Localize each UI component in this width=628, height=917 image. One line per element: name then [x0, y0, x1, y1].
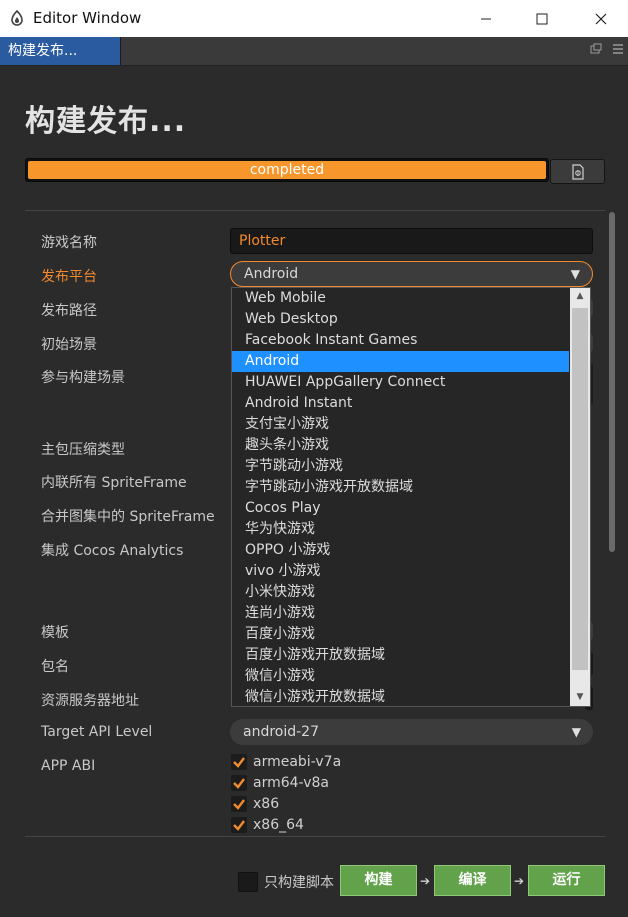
window-title: Editor Window — [33, 9, 142, 27]
platform-option[interactable]: 华为快游戏 — [232, 519, 569, 540]
abi-checkbox[interactable]: x86 — [231, 796, 279, 812]
panel-scroll-thumb[interactable] — [609, 212, 615, 552]
start-scene-label: 初始场景 — [41, 337, 97, 353]
compile-button[interactable]: 编译 — [434, 865, 511, 896]
platform-option[interactable]: Web Desktop — [232, 309, 569, 330]
action-bar: 只构建脚本 构建 ➔ 编译 ➔ 运行 — [0, 836, 628, 917]
page-title: 构建发布... — [25, 104, 187, 139]
minimize-button[interactable] — [463, 0, 509, 37]
target-api-label: Target API Level — [41, 724, 153, 740]
chevron-down-icon: ▼ — [571, 725, 581, 739]
open-log-icon — [571, 163, 584, 180]
dropdown-scrollbar[interactable]: ▲ ▼ — [570, 288, 590, 706]
platform-dropdown-list[interactable]: Web Mobile Web Desktop Facebook Instant Ga… — [231, 287, 591, 707]
panel-tabbar: 构建发布... — [0, 37, 628, 66]
abi-checkbox-label: x86 — [253, 796, 280, 812]
abi-checkbox[interactable]: x86_64 — [231, 817, 304, 833]
platform-select-value: Android — [244, 266, 299, 282]
platform-option[interactable]: 连尚小游戏 — [232, 603, 569, 624]
dropdown-scroll-thumb[interactable] — [572, 308, 588, 670]
app-abi-label: APP ABI — [41, 758, 96, 774]
build-path-label: 发布路径 — [41, 303, 97, 319]
platform-option[interactable]: Cocos Play — [232, 498, 569, 519]
progress-text: completed — [249, 162, 325, 178]
platform-option[interactable]: 字节跳动小游戏开放数据域 — [232, 477, 569, 498]
platform-options: Web Mobile Web Desktop Facebook Instant Ga… — [232, 288, 590, 708]
checkmark-icon[interactable] — [231, 754, 247, 770]
compression-label: 主包压缩类型 — [41, 442, 125, 458]
abi-checkbox-label: x86_64 — [253, 817, 304, 833]
abi-checkbox-label: arm64-v8a — [253, 775, 329, 791]
platform-option[interactable]: 百度小游戏 — [232, 624, 569, 645]
platform-option[interactable]: 小米快游戏 — [232, 582, 569, 603]
checkmark-icon[interactable] — [231, 796, 247, 812]
only-build-script-checkbox[interactable]: 只构建脚本 — [238, 872, 334, 892]
window-titlebar: Editor Window — [0, 0, 628, 37]
cocos-analytics-label: 集成 Cocos Analytics — [41, 543, 184, 559]
platform-option[interactable]: vivo 小游戏 — [232, 561, 569, 582]
tab-build[interactable]: 构建发布... — [0, 37, 121, 65]
platform-option[interactable]: 微信小游戏开放数据域 — [232, 687, 569, 708]
resource-server-label: 资源服务器地址 — [41, 693, 139, 709]
abi-checkbox[interactable]: arm64-v8a — [231, 775, 329, 791]
popout-icon[interactable] — [590, 43, 602, 55]
minimize-icon — [481, 18, 491, 19]
checkbox-box[interactable] — [238, 872, 258, 892]
platform-option[interactable]: Android — [232, 351, 569, 372]
platform-option[interactable]: 支付宝小游戏 — [232, 414, 569, 435]
chevron-down-icon: ▼ — [570, 267, 580, 281]
checkmark-icon[interactable] — [231, 817, 247, 833]
scroll-up-icon[interactable]: ▲ — [570, 288, 590, 305]
close-button[interactable] — [578, 0, 624, 37]
arrow-right-icon: ➔ — [514, 874, 525, 888]
platform-option[interactable]: Android Instant — [232, 393, 569, 414]
maximize-button[interactable] — [519, 0, 565, 37]
maximize-icon — [536, 13, 548, 24]
platform-option[interactable]: 百度小游戏开放数据域 — [232, 645, 569, 666]
platform-option[interactable]: Web Mobile — [232, 288, 569, 309]
abi-checkbox[interactable]: armeabi-v7a — [231, 754, 341, 770]
scroll-down-icon[interactable]: ▼ — [570, 689, 590, 706]
panel-scrollbar[interactable] — [609, 212, 615, 832]
platform-label: 发布平台 — [41, 269, 97, 285]
target-api-value: android-27 — [243, 724, 319, 740]
build-progress-bar: completed — [25, 158, 549, 182]
platform-select[interactable]: Android ▼ — [230, 261, 593, 287]
included-scenes-label: 参与构建场景 — [41, 370, 125, 386]
menu-icon[interactable] — [612, 43, 624, 55]
run-button[interactable]: 运行 — [528, 865, 605, 896]
inline-spriteframe-label: 内联所有 SpriteFrame — [41, 475, 187, 491]
game-name-label: 游戏名称 — [41, 235, 97, 251]
app-icon — [11, 10, 23, 26]
game-name-input[interactable]: Plotter — [230, 228, 593, 254]
template-label: 模板 — [41, 625, 69, 641]
package-name-label: 包名 — [41, 659, 69, 675]
build-button[interactable]: 构建 — [340, 865, 417, 896]
platform-option[interactable]: 字节跳动小游戏 — [232, 456, 569, 477]
abi-checkbox-label: armeabi-v7a — [253, 754, 342, 770]
only-build-script-label: 只构建脚本 — [264, 875, 334, 891]
build-panel: 构建发布... completed 游戏名称 Plotter 发布平台 Andr… — [0, 66, 628, 917]
open-log-button[interactable] — [550, 159, 605, 184]
platform-option[interactable]: 微信小游戏 — [232, 666, 569, 687]
platform-option[interactable]: OPPO 小游戏 — [232, 540, 569, 561]
checkmark-icon[interactable] — [231, 775, 247, 791]
platform-option[interactable]: 趣头条小游戏 — [232, 435, 569, 456]
target-api-select[interactable]: android-27 ▼ — [230, 719, 593, 745]
platform-option[interactable]: HUAWEI AppGallery Connect — [232, 372, 569, 393]
divider — [25, 210, 605, 211]
close-icon — [595, 13, 607, 24]
merge-atlas-label: 合并图集中的 SpriteFrame — [41, 509, 215, 525]
arrow-right-icon: ➔ — [420, 874, 431, 888]
platform-option[interactable]: Facebook Instant Games — [232, 330, 569, 351]
